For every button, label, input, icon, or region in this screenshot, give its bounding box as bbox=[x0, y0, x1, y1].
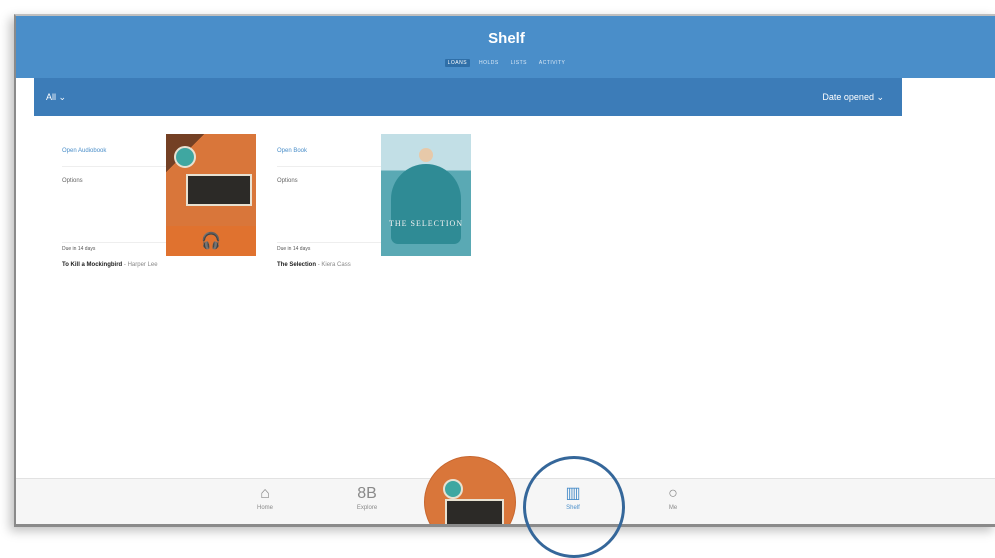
book-cover[interactable]: 🎧 bbox=[166, 134, 256, 256]
loan-actions: Open Audiobook Options Due in 14 days bbox=[56, 134, 176, 256]
options-link[interactable]: Options bbox=[62, 178, 83, 184]
tab-me[interactable]: ○ Me bbox=[648, 485, 698, 511]
book-cover[interactable]: THE SELECTION bbox=[381, 134, 471, 256]
loan-actions: Open Book Options Due in 14 days bbox=[271, 134, 391, 256]
tab-shelf[interactable]: ▥ Shelf bbox=[548, 485, 598, 511]
book-author: - Harper Lee bbox=[123, 262, 158, 268]
shelf-tabs: Loans Holds Lists Activity bbox=[16, 59, 995, 67]
me-icon: ○ bbox=[668, 485, 678, 502]
book-title: To Kill a Mockingbird bbox=[62, 262, 123, 268]
cover-plaque bbox=[445, 499, 504, 524]
divider bbox=[277, 242, 381, 243]
tab-lists[interactable]: Lists bbox=[508, 59, 530, 67]
tab-label: Shelf bbox=[566, 505, 580, 511]
tab-loans[interactable]: Loans bbox=[444, 59, 471, 67]
loan-card: Open Audiobook Options Due in 14 days 🎧 … bbox=[56, 134, 266, 284]
cover-art bbox=[419, 148, 433, 162]
divider bbox=[277, 166, 381, 167]
due-badge: Due in 14 days bbox=[277, 246, 311, 252]
book-meta: To Kill a Mockingbird - Harper Lee bbox=[62, 262, 158, 268]
divider bbox=[62, 166, 166, 167]
tab-label: Me bbox=[668, 505, 678, 511]
cover-plaque bbox=[186, 174, 252, 206]
home-icon: ⌂ bbox=[260, 485, 270, 502]
sort-dropdown[interactable]: Date opened ⌄ bbox=[822, 92, 884, 103]
cover-medal bbox=[174, 146, 196, 168]
cover-art bbox=[391, 164, 461, 244]
shelf-icon: ▥ bbox=[565, 485, 581, 502]
book-author: - Kiera Cass bbox=[317, 262, 351, 268]
open-audiobook-link[interactable]: Open Audiobook bbox=[62, 148, 106, 154]
tab-label: Home bbox=[256, 505, 273, 511]
book-title: The Selection bbox=[277, 262, 317, 268]
now-playing-cover[interactable] bbox=[424, 456, 516, 524]
filter-dropdown[interactable]: All ⌄ bbox=[46, 92, 66, 103]
cover-title: THE SELECTION bbox=[388, 219, 464, 228]
divider bbox=[62, 242, 166, 243]
app-window: Shelf Loans Holds Lists Activity All ⌄ D… bbox=[14, 14, 995, 527]
headphones-icon: 🎧 bbox=[166, 226, 256, 256]
cover-medal bbox=[443, 479, 463, 499]
options-link[interactable]: Options bbox=[277, 178, 298, 184]
page-title: Shelf bbox=[488, 30, 525, 47]
tab-home[interactable]: ⌂ Home bbox=[240, 485, 290, 511]
loan-card: Open Book Options Due in 14 days THE SEL… bbox=[271, 134, 481, 284]
filter-bar: All ⌄ Date opened ⌄ bbox=[34, 78, 902, 116]
explore-icon: 8B bbox=[357, 485, 377, 502]
tab-label: Explore bbox=[356, 505, 378, 511]
due-badge: Due in 14 days bbox=[62, 246, 96, 252]
tab-holds[interactable]: Holds bbox=[476, 59, 502, 67]
book-meta: The Selection - Kiera Cass bbox=[277, 262, 351, 268]
tab-activity[interactable]: Activity bbox=[536, 59, 569, 67]
header: Shelf Loans Holds Lists Activity bbox=[16, 16, 995, 78]
open-book-link[interactable]: Open Book bbox=[277, 148, 307, 154]
tab-explore[interactable]: 8B Explore bbox=[342, 485, 392, 511]
